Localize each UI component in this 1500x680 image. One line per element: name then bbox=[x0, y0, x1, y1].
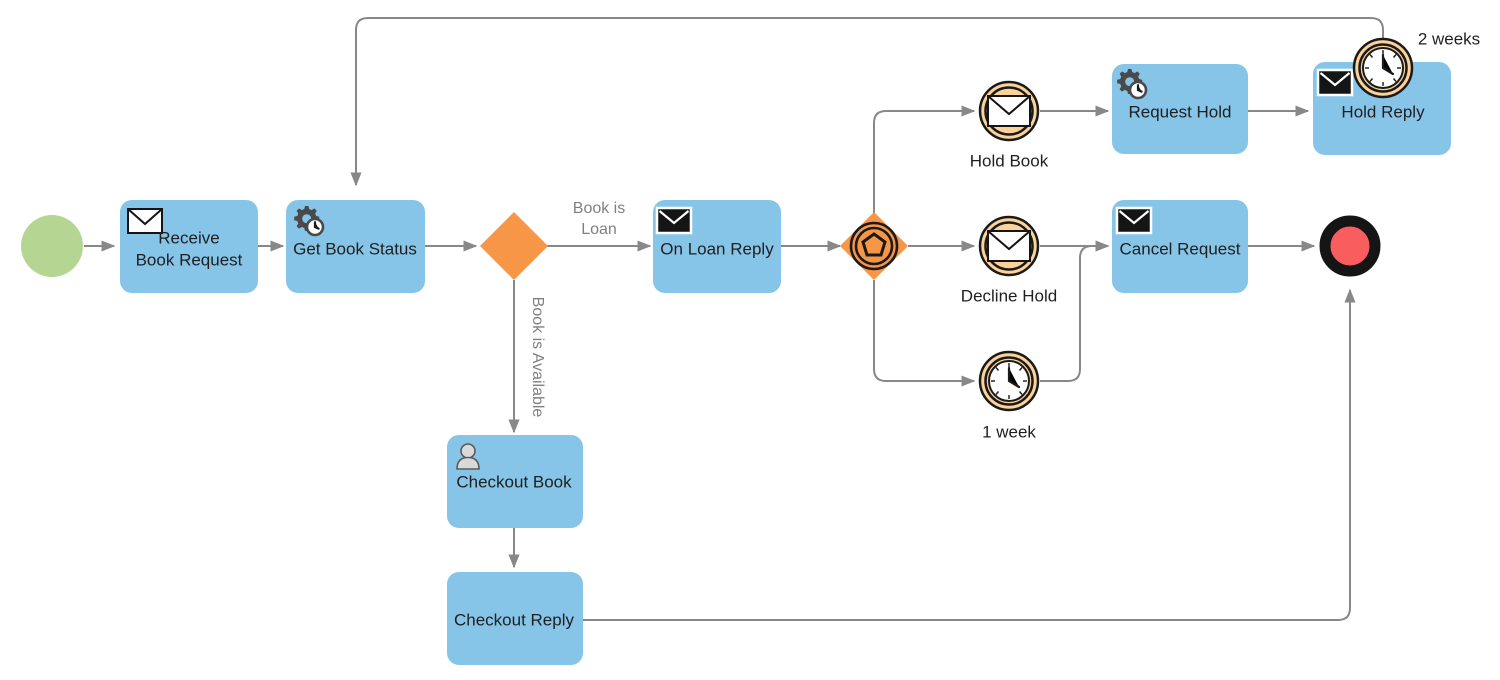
task-label: Hold Reply bbox=[1341, 102, 1425, 121]
task-get-book-status[interactable]: Get Book Status bbox=[286, 200, 425, 293]
task-label: Cancel Request bbox=[1120, 239, 1241, 258]
event-label: 1 week bbox=[982, 422, 1036, 441]
envelope-white-icon bbox=[987, 95, 1031, 127]
flow-oneweek-to-cancelrequest bbox=[1040, 240, 1110, 382]
task-label: Checkout Book bbox=[456, 472, 572, 491]
envelope-black-icon bbox=[655, 206, 693, 235]
task-label: Get Book Status bbox=[293, 239, 417, 258]
end-event[interactable] bbox=[1319, 215, 1381, 277]
task-cancel-request[interactable]: Cancel Request bbox=[1112, 200, 1248, 293]
event-based-gateway[interactable] bbox=[840, 212, 908, 280]
flow-label-book-is-loan-line2: Loan bbox=[581, 221, 617, 238]
task-on-loan-reply[interactable]: On Loan Reply bbox=[653, 200, 781, 293]
envelope-black-icon bbox=[1115, 206, 1153, 235]
event-decline-hold[interactable]: Decline Hold bbox=[961, 215, 1057, 305]
task-label-line2: Book Request bbox=[136, 250, 243, 269]
envelope-white-icon bbox=[987, 230, 1031, 262]
task-checkout-reply[interactable]: Checkout Reply bbox=[447, 572, 583, 665]
event-label: Decline Hold bbox=[961, 286, 1057, 305]
envelope-black-icon bbox=[1316, 68, 1354, 97]
flow-label-book-is-loan-line1: Book is bbox=[573, 200, 625, 217]
event-label: 2 weeks bbox=[1418, 29, 1480, 48]
flow-checkoutreply-to-end bbox=[582, 288, 1356, 621]
exclusive-gateway-availability[interactable] bbox=[480, 212, 548, 280]
flow-eventgateway-to-oneweek bbox=[873, 280, 976, 387]
task-label: Checkout Reply bbox=[454, 610, 575, 629]
event-hold-book[interactable]: Hold Book bbox=[970, 80, 1049, 170]
bpmn-diagram-canvas: Receive Book Request Get Book Status Boo… bbox=[0, 0, 1500, 680]
flow-eventgateway-to-holdbook bbox=[873, 105, 976, 213]
task-label: On Loan Reply bbox=[660, 239, 774, 258]
clock-icon bbox=[1362, 47, 1404, 89]
event-timer-one-week[interactable]: 1 week bbox=[978, 350, 1040, 441]
clock-icon bbox=[988, 360, 1030, 402]
task-label: Request Hold bbox=[1128, 102, 1231, 121]
task-request-hold[interactable]: Request Hold bbox=[1112, 64, 1248, 154]
start-event[interactable] bbox=[21, 215, 83, 277]
task-label-line1: Receive bbox=[158, 228, 219, 247]
flow-label-book-is-available: Book is Available bbox=[529, 297, 546, 418]
task-receive-book-request[interactable]: Receive Book Request bbox=[120, 200, 258, 293]
task-checkout-book[interactable]: Checkout Book bbox=[447, 435, 583, 528]
event-label: Hold Book bbox=[970, 151, 1049, 170]
envelope-white-icon bbox=[127, 208, 163, 234]
